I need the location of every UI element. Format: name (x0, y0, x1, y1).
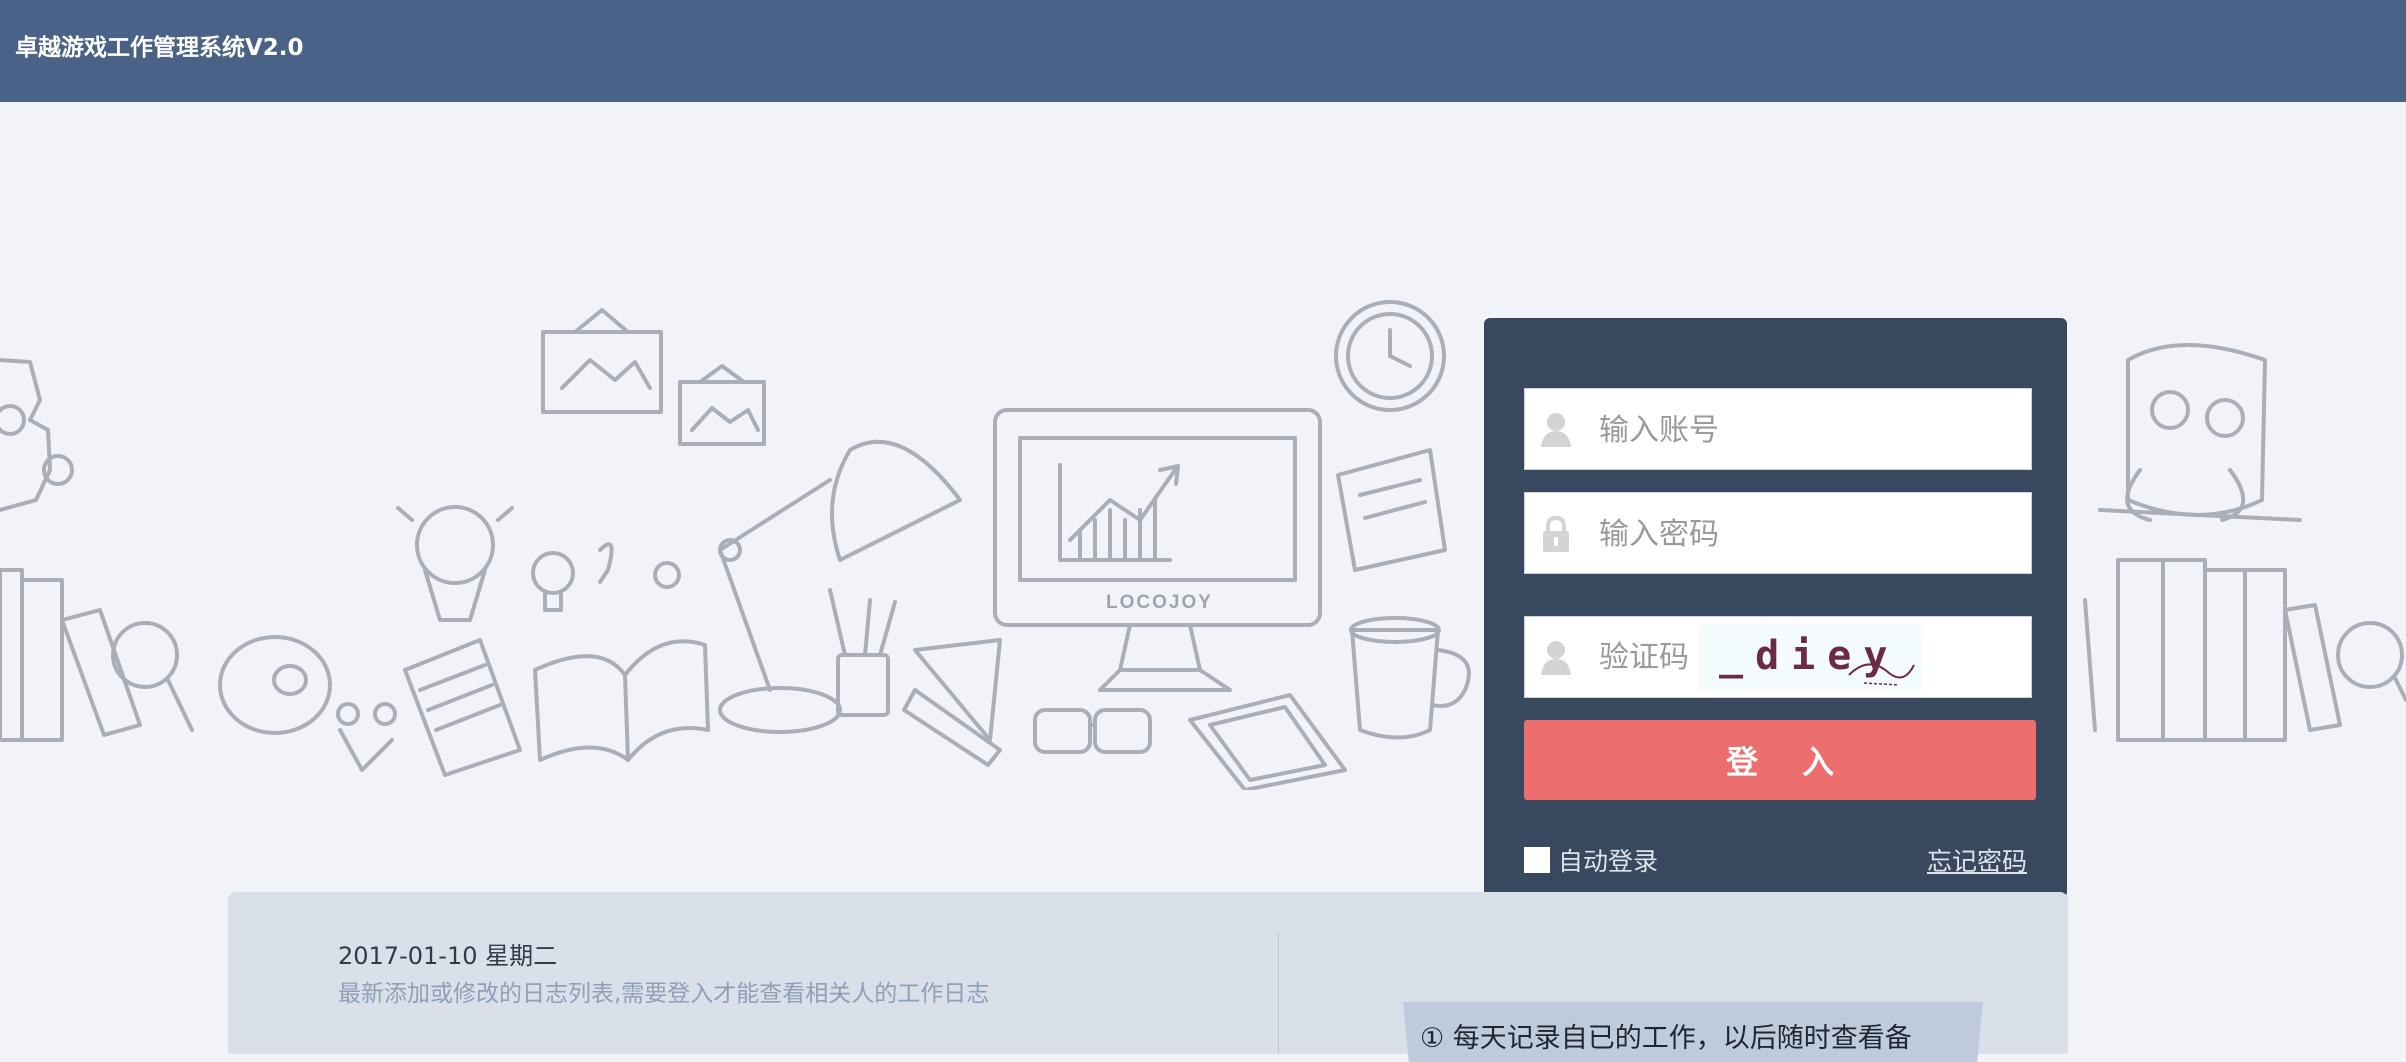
panel-divider (1278, 932, 1279, 1054)
binder-clip-icon (336, 702, 397, 772)
captcha-image[interactable]: _diey (1699, 625, 1923, 691)
user-icon (1541, 413, 1571, 447)
password-input[interactable] (1597, 505, 2011, 563)
forgot-password-link[interactable]: 忘记密码 (1927, 842, 2027, 878)
tablet-icon (1188, 693, 1347, 790)
captcha-text: _diey (1719, 633, 1899, 679)
lightbulb-icon (531, 542, 681, 612)
little-character-icon (396, 505, 514, 622)
disc-icon (218, 635, 332, 735)
picture-frame-icon (541, 308, 766, 446)
account-input[interactable] (1597, 401, 2011, 459)
journal-list-description: 最新添加或修改的日志列表,需要登入才能查看相关人的工作日志 (338, 981, 990, 1007)
notebook-icon (403, 638, 710, 777)
clock-icon (1334, 300, 1446, 412)
app-title: 卓越游戏工作管理系统V2.0 (15, 35, 304, 61)
monitor-brand-label: LOCOJOY (1106, 592, 1213, 613)
pencil-cup-icon (828, 588, 1002, 767)
password-field (1524, 492, 2032, 574)
account-field (1524, 388, 2032, 470)
mascot-right-icon (2083, 343, 2342, 742)
sticky-note-icon (1336, 448, 1447, 572)
auto-login-checkbox[interactable]: 自动登录 (1524, 842, 1658, 878)
coffee-mug-icon (1349, 616, 1471, 740)
monitor-icon (993, 408, 1322, 692)
top-bar: 卓越游戏工作管理系统V2.0 (0, 0, 2406, 102)
user-icon (1541, 641, 1571, 675)
checkbox-box[interactable] (1524, 847, 1550, 873)
captcha-field: _diey (1524, 616, 2032, 698)
journal-info-panel: 2017-01-10 星期二 最新添加或修改的日志列表,需要登入才能查看相关人的… (228, 892, 2068, 1062)
mascot-left-icon (0, 358, 142, 742)
magnifier-right-icon (2336, 621, 2406, 702)
auto-login-label: 自动登录 (1558, 847, 1659, 876)
login-button[interactable]: 登入 (1524, 720, 2036, 800)
tip-text: ① 每天记录自已的工作，以后随时查看备 (1420, 1023, 1912, 1054)
glasses-icon (1033, 708, 1152, 754)
current-date: 2017-01-10 星期二 (338, 942, 558, 970)
login-panel: _diey 登入 自动登录 忘记密码 (1484, 318, 2067, 898)
lock-icon (1543, 515, 1569, 552)
